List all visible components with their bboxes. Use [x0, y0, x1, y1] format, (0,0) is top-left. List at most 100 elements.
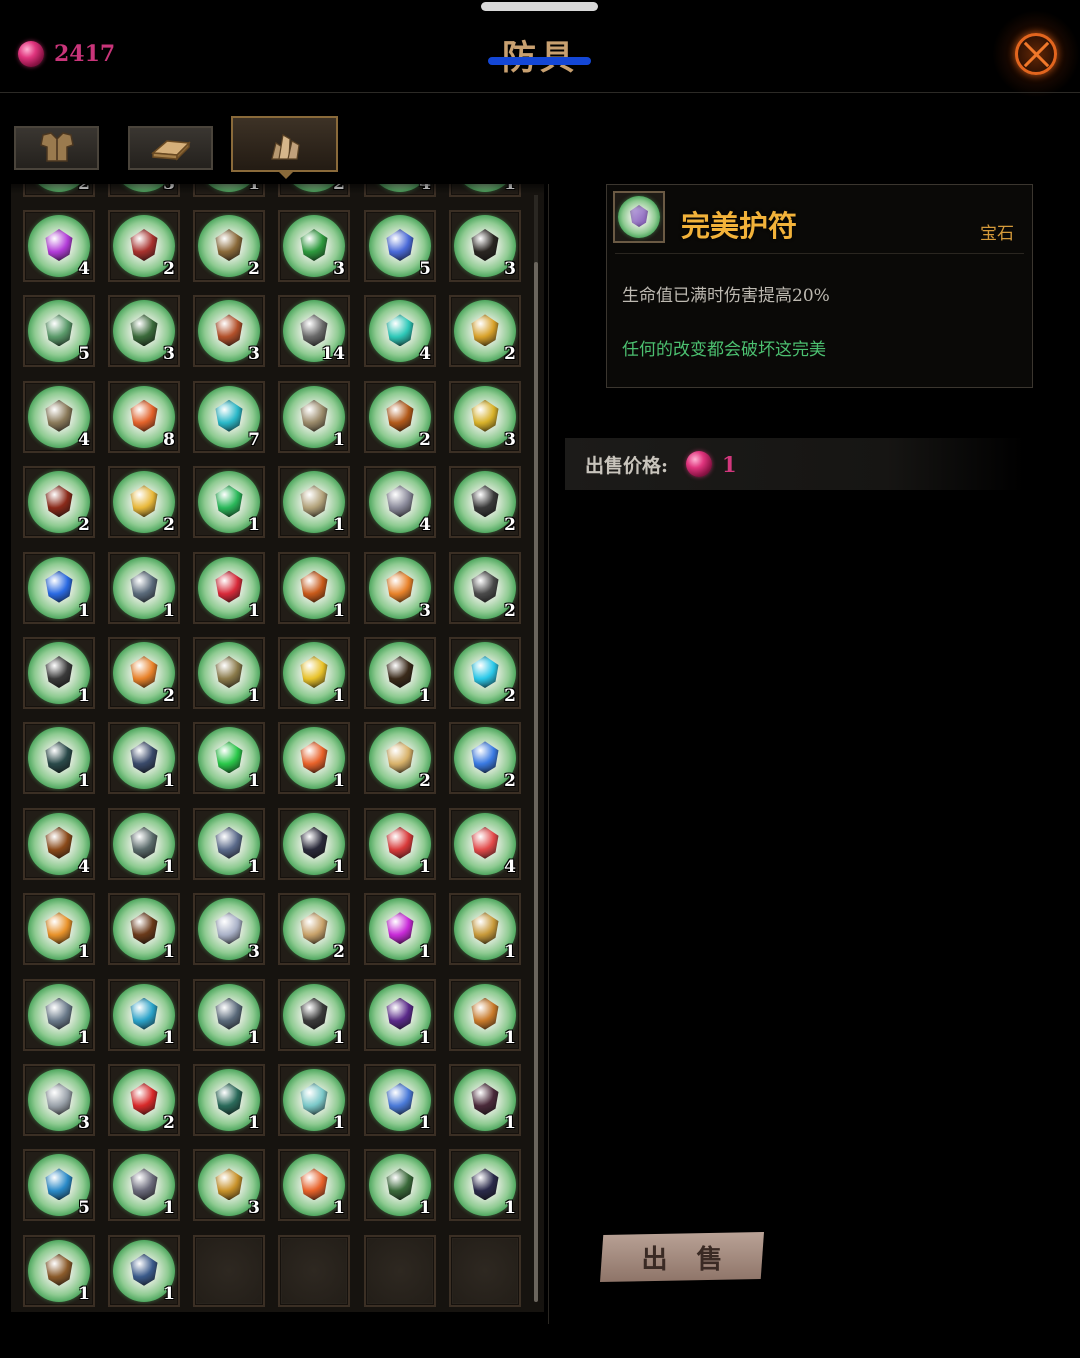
inventory-slot[interactable]: 1 — [108, 807, 180, 880]
item-count: 1 — [78, 942, 90, 963]
inventory-slot[interactable]: 1 — [193, 551, 265, 624]
item-count: 7 — [248, 429, 260, 450]
inventory-slot[interactable]: 1 — [364, 807, 436, 880]
inventory-slot[interactable]: 3 — [193, 295, 265, 368]
inventory-slot[interactable]: 1 — [278, 551, 350, 624]
inventory-slot[interactable]: 1 — [23, 978, 95, 1051]
inventory-slot[interactable]: 4 — [23, 380, 95, 453]
inventory-slot[interactable]: 1 — [108, 1149, 180, 1222]
inventory-slot[interactable]: 3 — [193, 893, 265, 966]
inventory-slot[interactable]: 2 — [449, 295, 521, 368]
inventory-slot[interactable]: 2 — [449, 637, 521, 709]
item-count: 2 — [163, 515, 175, 536]
inventory-slot[interactable]: 1 — [364, 637, 436, 709]
inventory-slot[interactable]: 2 — [23, 466, 95, 539]
inventory-slot[interactable]: 1 — [278, 637, 350, 709]
inventory-slot[interactable]: 2 — [108, 466, 180, 539]
tab-gems[interactable] — [231, 116, 338, 172]
item-count: 1 — [333, 856, 345, 877]
inventory-slot[interactable]: 2 — [449, 722, 521, 795]
inventory-slot[interactable]: 5 — [364, 210, 436, 282]
inventory-slot[interactable]: 8 — [108, 380, 180, 453]
inventory-slot[interactable]: 4 — [449, 807, 521, 880]
inventory-slot[interactable]: 1 — [23, 722, 95, 795]
inventory-slot[interactable]: 1 — [364, 978, 436, 1051]
inventory-slot[interactable]: 3 — [23, 1064, 95, 1136]
sell-button[interactable]: 出 售 — [600, 1232, 764, 1282]
inventory-slot[interactable]: 3 — [449, 380, 521, 453]
inventory-slot[interactable]: 1 — [278, 978, 350, 1051]
item-count: 2 — [504, 600, 516, 621]
inventory-slot[interactable]: 3 — [193, 1149, 265, 1222]
tab-armor[interactable] — [14, 126, 99, 170]
inventory-slot[interactable]: 1 — [449, 1064, 521, 1136]
inventory-slot[interactable]: 1 — [23, 1234, 95, 1307]
inventory-slot[interactable]: 2 — [278, 893, 350, 966]
inventory-slot[interactable]: 4 — [364, 184, 436, 197]
inventory-slot[interactable]: 1 — [108, 722, 180, 795]
inventory-slot[interactable]: 5 — [23, 295, 95, 368]
inventory-slot[interactable]: 1 — [23, 637, 95, 709]
inventory-slot[interactable]: 2 — [364, 722, 436, 795]
grid-scrollbar-thumb[interactable] — [534, 262, 538, 1302]
inventory-slot[interactable]: 1 — [449, 184, 521, 197]
inventory-slot[interactable]: 1 — [193, 637, 265, 709]
inventory-slot[interactable]: 4 — [23, 210, 95, 282]
inventory-slot[interactable]: 1 — [364, 1064, 436, 1136]
inventory-slot[interactable]: 1 — [193, 184, 265, 197]
inventory-slot[interactable]: 1 — [193, 978, 265, 1051]
inventory-slot[interactable]: 4 — [364, 466, 436, 539]
inventory-slot[interactable]: 4 — [23, 807, 95, 880]
inventory-slot[interactable]: 1 — [23, 551, 95, 624]
inventory-slot[interactable]: 3 — [364, 551, 436, 624]
inventory-slot[interactable]: 2 — [278, 184, 350, 197]
inventory-slot[interactable]: 1 — [278, 1149, 350, 1222]
inventory-slot[interactable]: 2 — [108, 210, 180, 282]
inventory-slot[interactable]: 2 — [449, 551, 521, 624]
inventory-slot[interactable]: 1 — [364, 1149, 436, 1222]
inventory-slot[interactable]: 2 — [193, 210, 265, 282]
inventory-slot[interactable]: 1 — [278, 807, 350, 880]
item-count: 1 — [78, 600, 90, 621]
inventory-slot[interactable]: 4 — [364, 295, 436, 368]
inventory-slot[interactable]: 2 — [449, 466, 521, 539]
inventory-slot[interactable]: 3 — [108, 184, 180, 197]
item-count: 1 — [333, 1027, 345, 1048]
inventory-slot[interactable]: 1 — [108, 978, 180, 1051]
inventory-slot[interactable]: 1 — [193, 466, 265, 539]
inventory-slot[interactable]: 3 — [278, 210, 350, 282]
inventory-slot[interactable]: 2 — [23, 184, 95, 197]
item-count: 1 — [333, 1198, 345, 1219]
inventory-slot[interactable]: 2 — [364, 380, 436, 453]
gem-orb — [369, 184, 431, 192]
inventory-slot[interactable]: 1 — [193, 1064, 265, 1136]
inventory-slot[interactable]: 2 — [108, 637, 180, 709]
inventory-slot[interactable]: 1 — [278, 1064, 350, 1136]
inventory-slot[interactable]: 1 — [193, 722, 265, 795]
inventory-slot[interactable]: 2 — [108, 1064, 180, 1136]
inventory-slot[interactable]: 1 — [449, 893, 521, 966]
inventory-slot[interactable]: 1 — [23, 893, 95, 966]
item-count: 3 — [248, 942, 260, 963]
inventory-slot[interactable]: 7 — [193, 380, 265, 453]
inventory-slot[interactable]: 1 — [278, 722, 350, 795]
inventory-slot[interactable]: 1 — [449, 1149, 521, 1222]
sell-price-label: 出售价格: — [585, 454, 669, 477]
item-count: 1 — [504, 1198, 516, 1219]
inventory-slot[interactable]: 1 — [108, 551, 180, 624]
inventory-slot[interactable]: 3 — [449, 210, 521, 282]
tab-materials[interactable] — [128, 126, 213, 170]
close-x-icon — [1015, 33, 1057, 75]
inventory-slot[interactable]: 1 — [449, 978, 521, 1051]
item-count: 1 — [504, 942, 516, 963]
close-button[interactable] — [992, 10, 1080, 98]
inventory-slot[interactable]: 5 — [23, 1149, 95, 1222]
inventory-slot[interactable]: 1 — [364, 893, 436, 966]
inventory-slot[interactable]: 1 — [108, 893, 180, 966]
inventory-slot[interactable]: 1 — [278, 380, 350, 453]
inventory-slot[interactable]: 3 — [108, 295, 180, 368]
inventory-slot[interactable]: 14 — [278, 295, 350, 368]
inventory-slot[interactable]: 1 — [108, 1234, 180, 1307]
inventory-slot[interactable]: 1 — [193, 807, 265, 880]
inventory-slot[interactable]: 1 — [278, 466, 350, 539]
